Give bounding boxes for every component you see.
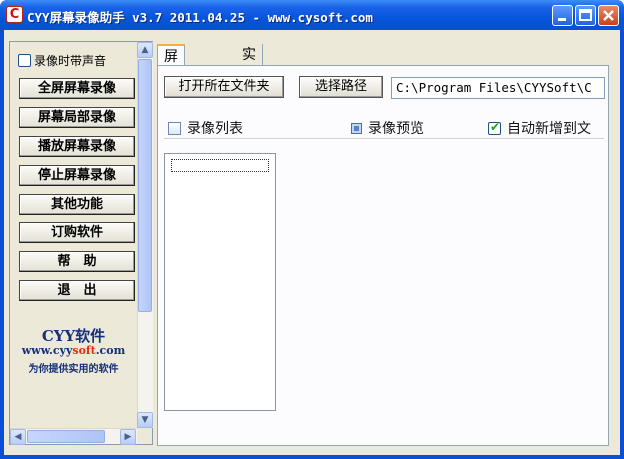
brand-name: CYY软件 — [41, 327, 106, 345]
tab-screen-record[interactable]: 屏幕录像 — [157, 44, 185, 131]
vertical-scroll-thumb[interactable] — [138, 59, 152, 312]
close-icon — [603, 10, 614, 21]
auto-add-label: 自动新增到文 — [507, 121, 591, 137]
tab-panel: 打开所在文件夹 选择路径 C:\Program Files\CYYSoft\C … — [157, 65, 609, 446]
document-icon — [168, 121, 181, 135]
record-list-heading: 录像列表 — [168, 118, 243, 138]
fullscreen-record-button[interactable]: 全屏屏幕录像 — [19, 78, 135, 99]
list-item[interactable] — [171, 159, 269, 172]
buy-software-button[interactable]: 订购软件 — [19, 222, 135, 243]
region-record-button[interactable]: 屏幕局部录像 — [19, 107, 135, 128]
auto-add-checkbox[interactable]: 自动新增到文 — [488, 118, 591, 138]
other-functions-button[interactable]: 其他功能 — [19, 194, 135, 215]
exit-button[interactable]: 退 出 — [19, 280, 135, 301]
minimize-icon — [558, 18, 566, 21]
app-icon[interactable]: C — [6, 6, 23, 23]
app-window: C CYY屏幕录像助手 v3.7 2011.04.25 - www.cysoft… — [0, 0, 624, 459]
stop-record-button[interactable]: 停止屏幕录像 — [19, 165, 135, 186]
left-panel: 录像时带声音 全屏屏幕录像 屏幕局部录像 播放屏幕录像 停止屏幕录像 其他功能 … — [9, 41, 153, 445]
play-record-button[interactable]: 播放屏幕录像 — [19, 136, 135, 157]
maximize-icon — [579, 9, 592, 21]
help-button[interactable]: 帮 助 — [19, 251, 135, 272]
choose-path-button[interactable]: 选择路径 — [299, 76, 383, 98]
record-preview-checkbox[interactable]: 录像预览 — [351, 118, 424, 138]
record-preview-label: 录像预览 — [368, 121, 424, 137]
brand-url-suffix: .com — [95, 344, 126, 357]
record-sound-box[interactable] — [18, 54, 31, 67]
close-button[interactable] — [598, 5, 619, 26]
path-field[interactable]: C:\Program Files\CYYSoft\C — [391, 77, 605, 99]
tab-demo[interactable]: 实例演示 — [236, 44, 263, 129]
auto-add-checkbox-box[interactable] — [488, 120, 501, 135]
scroll-up-button[interactable]: ▲ — [137, 42, 153, 58]
brand-url-red: soft — [72, 344, 96, 357]
title-bar[interactable]: C CYY屏幕录像助手 v3.7 2011.04.25 - www.cysoft… — [0, 0, 624, 30]
open-folder-button[interactable]: 打开所在文件夹 — [164, 76, 284, 98]
brand-slogan: 为你提供实用的软件 — [28, 364, 119, 375]
record-list-label: 录像列表 — [187, 121, 243, 137]
left-vertical-scrollbar[interactable]: ▲ ▼ — [137, 42, 153, 428]
brand-url[interactable]: www.cyysoft.com — [10, 344, 137, 357]
record-sound-label: 录像时带声音 — [34, 54, 107, 68]
scroll-down-button[interactable]: ▼ — [137, 412, 153, 428]
minimize-button[interactable] — [552, 5, 573, 26]
window-title: CYY屏幕录像助手 v3.7 2011.04.25 - www.cysoft.c… — [27, 10, 373, 25]
scroll-right-button[interactable]: ▶ — [120, 429, 136, 445]
left-horizontal-scrollbar[interactable]: ◀ ▶ — [10, 428, 137, 445]
horizontal-scroll-thumb[interactable] — [27, 430, 105, 443]
preview-checkbox-icon[interactable] — [351, 122, 362, 134]
brand-url-prefix: www.cyy — [21, 344, 73, 357]
maximize-button[interactable] — [575, 5, 596, 26]
scroll-left-button[interactable]: ◀ — [10, 429, 26, 445]
record-listbox[interactable] — [164, 153, 276, 411]
client-area: 录像时带声音 全屏屏幕录像 屏幕局部录像 播放屏幕录像 停止屏幕录像 其他功能 … — [4, 30, 620, 455]
record-sound-checkbox[interactable]: 录像时带声音 — [18, 52, 106, 69]
divider — [164, 138, 604, 139]
